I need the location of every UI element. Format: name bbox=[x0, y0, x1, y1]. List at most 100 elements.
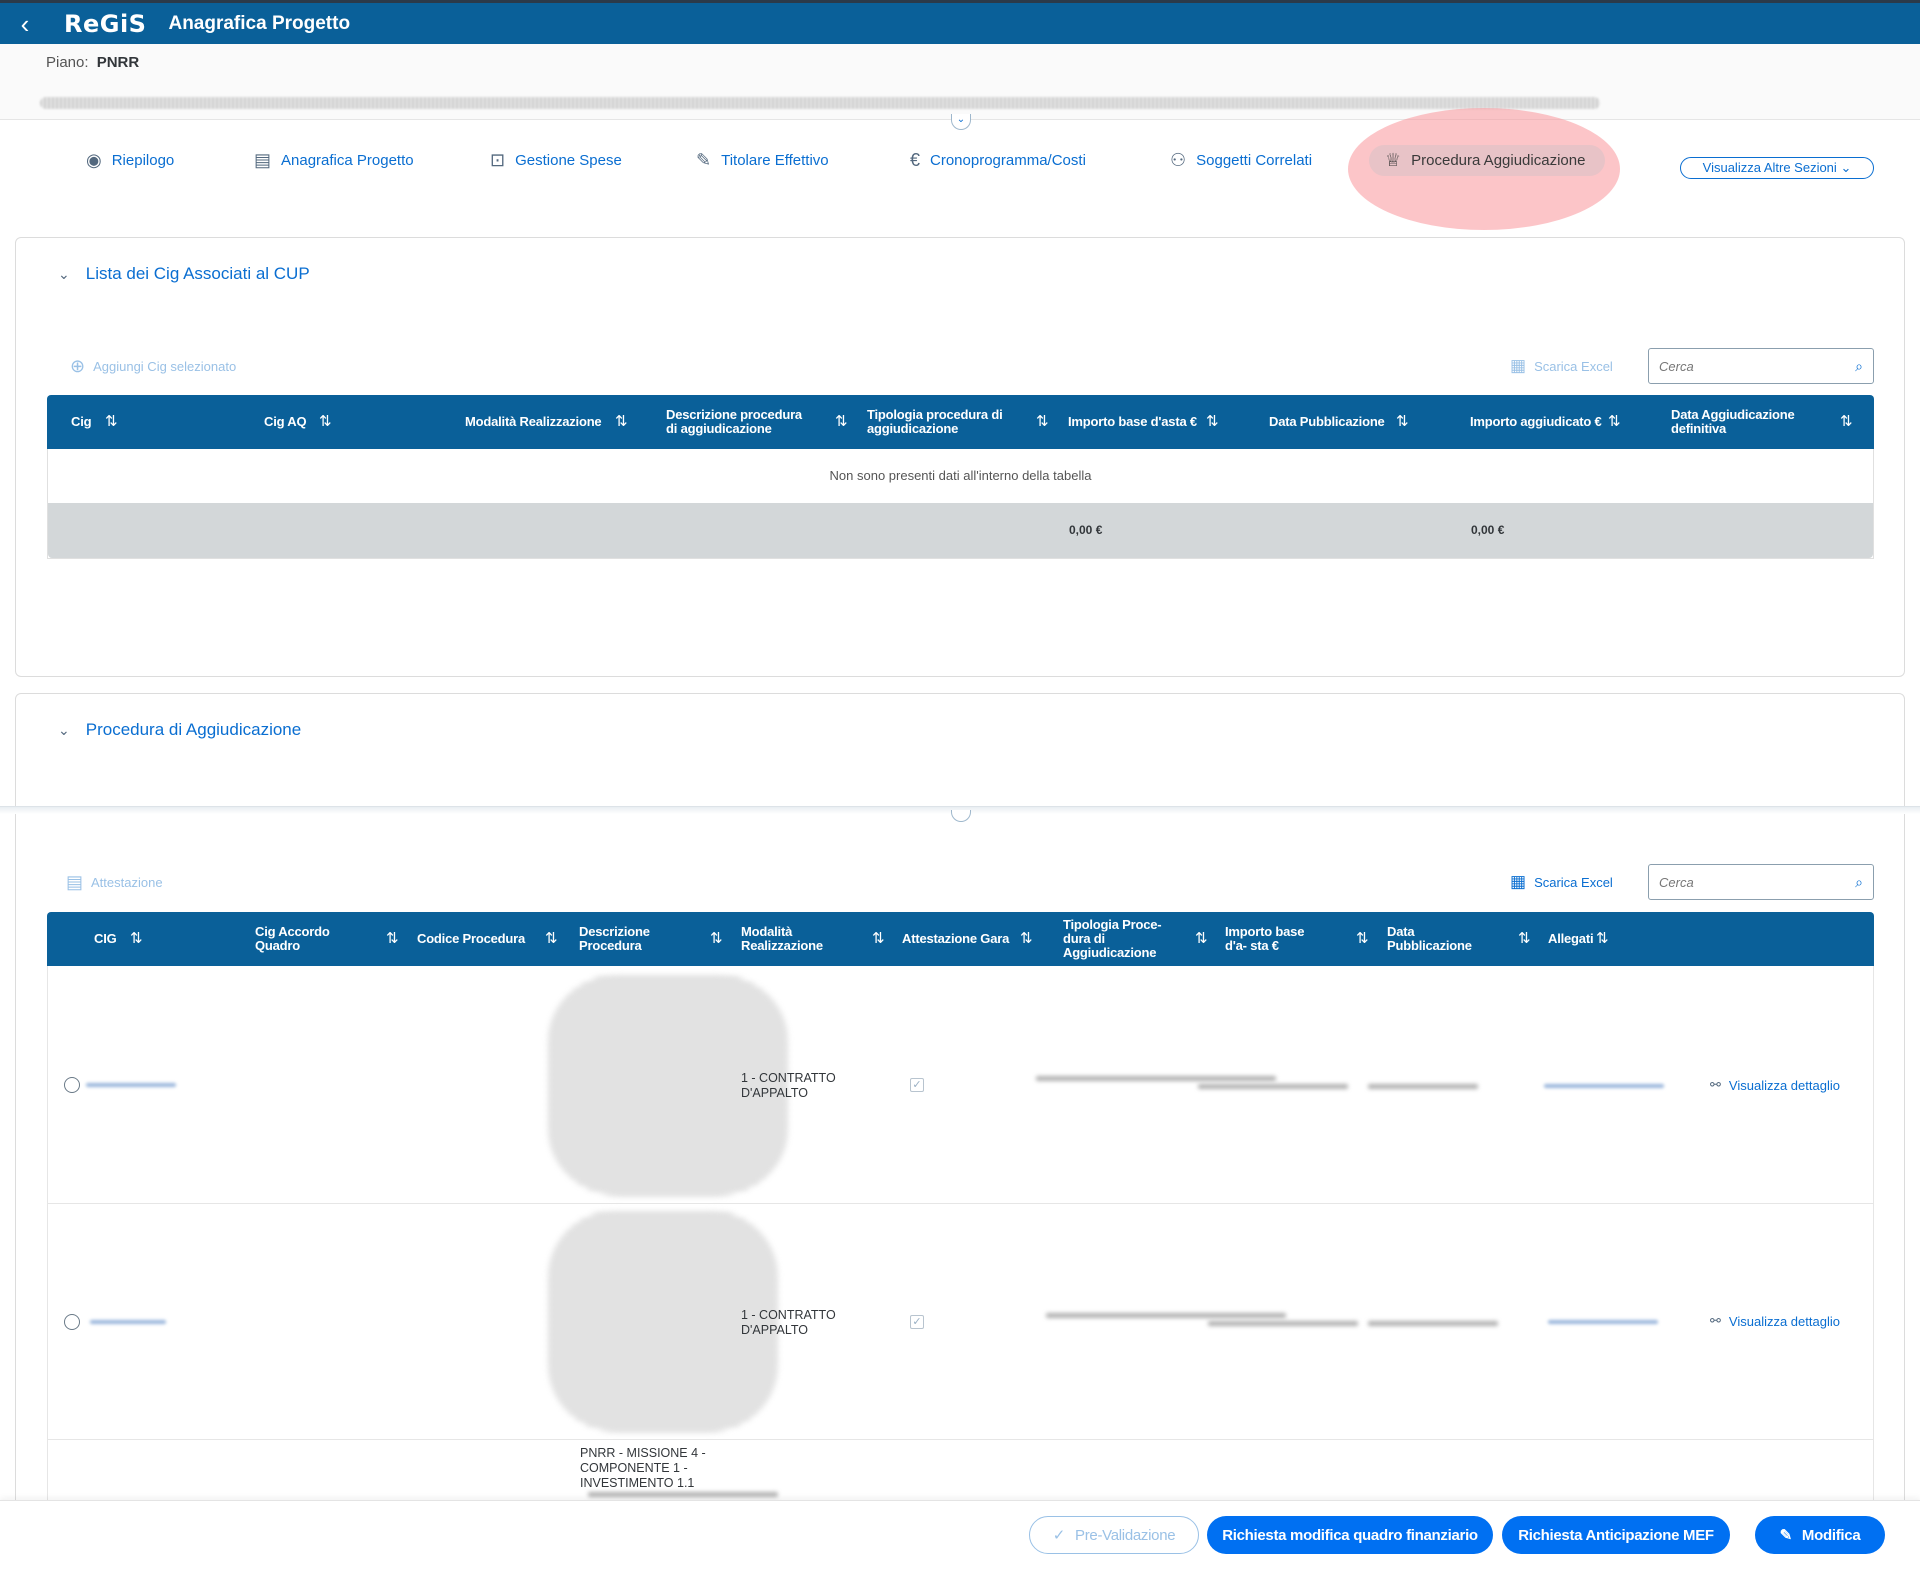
row-select-radio[interactable] bbox=[64, 1314, 80, 1330]
richiesta-modifica-button[interactable]: Richiesta modifica quadro finanziario bbox=[1207, 1516, 1493, 1554]
column-label: Importo aggiudicato € bbox=[1470, 414, 1602, 429]
column-header[interactable]: Modalità Realizzazione ⇅ bbox=[741, 912, 885, 966]
sort-icon[interactable]: ⇅ bbox=[615, 414, 628, 429]
sort-icon[interactable]: ⇅ bbox=[1020, 931, 1033, 946]
column-header[interactable]: Allegati ⇅ bbox=[1548, 912, 1648, 966]
sort-icon[interactable]: ⇅ bbox=[386, 931, 399, 946]
view-detail-link[interactable]: ⚯ Visualizza dettaglio bbox=[1710, 1077, 1840, 1093]
column-header[interactable]: Tipologia Proce- dura di Aggiudicazione ⇅ bbox=[1063, 912, 1208, 966]
column-header[interactable]: Importo base d'a- sta € ⇅ bbox=[1225, 912, 1369, 966]
tab-gestione-spese[interactable]: ⊡ Gestione Spese bbox=[490, 150, 622, 171]
pre-validazione-label: Pre-Validazione bbox=[1075, 1526, 1176, 1544]
redacted-cig-link[interactable] bbox=[86, 1083, 176, 1087]
procedura-panel-title: Procedura di Aggiudicazione bbox=[85, 720, 302, 739]
excel-export-button[interactable]: ▦ Scarica Excel bbox=[1510, 356, 1613, 376]
redacted-allegati-link[interactable] bbox=[1548, 1320, 1658, 1324]
tab-anagrafica-progetto[interactable]: ▤ Anagrafica Progetto bbox=[254, 150, 414, 171]
descrizione-procedura: PNRR - MISSIONE 4 - COMPONENTE 1 - INVES… bbox=[580, 1446, 706, 1490]
search-input[interactable]: Cerca ⌕ bbox=[1648, 864, 1874, 900]
search-placeholder: Cerca bbox=[1659, 358, 1694, 374]
sort-icon[interactable]: ⇅ bbox=[545, 931, 558, 946]
total-importo-aggiudicato: 0,00 € bbox=[1471, 523, 1505, 537]
row-select-radio[interactable] bbox=[64, 1077, 80, 1093]
column-header[interactable]: Importo aggiudicato € ⇅ bbox=[1470, 395, 1630, 449]
column-label: Cig Accordo Quadro bbox=[255, 924, 330, 953]
tab-cronoprogramma[interactable]: € Cronoprogramma/Costi bbox=[910, 150, 1086, 171]
app-title: Anagrafica Progetto bbox=[168, 12, 351, 34]
chevron-down-icon: ⌄ bbox=[58, 265, 70, 282]
tab-riepilogo[interactable]: ◉ Riepilogo bbox=[86, 150, 174, 171]
add-cig-button[interactable]: ⊕ Aggiungi Cig selezionato bbox=[70, 356, 236, 377]
table-row[interactable]: 1 - CONTRATTO D'APPALTO ✓ ⚯ Visualizza d… bbox=[47, 1204, 1874, 1440]
spreadsheet-icon: ▦ bbox=[1510, 356, 1527, 375]
column-label: Codice Procedura bbox=[417, 931, 526, 946]
tab-soggetti-correlati[interactable]: ⚇ Soggetti Correlati bbox=[1170, 150, 1312, 171]
redacted-importo bbox=[1198, 1084, 1348, 1089]
column-header[interactable]: Codice Procedura ⇅ bbox=[417, 912, 567, 966]
table-row[interactable]: 1 - CONTRATTO D'APPALTO ✓ ⚯ Visualizza d… bbox=[47, 966, 1874, 1204]
pre-validazione-button[interactable]: ✓ Pre-Validazione bbox=[1029, 1516, 1199, 1554]
column-header[interactable]: Tipologia procedura di aggiudicazione ⇅ bbox=[867, 395, 1049, 449]
column-label: Modalità Realizzazione bbox=[741, 924, 823, 953]
column-header[interactable]: Data Pubblicazione ⇅ bbox=[1269, 395, 1429, 449]
column-header[interactable]: Cig ⇅ bbox=[71, 395, 221, 449]
sort-icon[interactable]: ⇅ bbox=[1206, 414, 1219, 429]
column-label: Descrizione Procedura bbox=[579, 924, 650, 953]
redacted-cig-link[interactable] bbox=[90, 1320, 166, 1324]
sort-icon[interactable]: ⇅ bbox=[1036, 414, 1049, 429]
redacted-allegati-link[interactable] bbox=[1544, 1084, 1664, 1088]
sort-icon[interactable]: ⇅ bbox=[1840, 414, 1853, 429]
column-label: Cig bbox=[71, 414, 92, 429]
column-header[interactable]: Importo base d'asta € ⇅ bbox=[1068, 395, 1228, 449]
procedura-panel-header[interactable]: ⌄ Procedura di Aggiudicazione bbox=[58, 720, 301, 740]
eye-icon: ◉ bbox=[86, 150, 102, 170]
column-label: Attestazione Gara bbox=[902, 931, 1010, 946]
column-header[interactable]: Attestazione Gara ⇅ bbox=[902, 912, 1042, 966]
column-header[interactable]: Cig Accordo Quadro ⇅ bbox=[255, 912, 399, 966]
procedura-table-header: CIG ⇅ Cig Accordo Quadro ⇅ Codice Procedur… bbox=[47, 912, 1874, 966]
excel-export-button[interactable]: ▦ Scarica Excel bbox=[1510, 872, 1613, 892]
sort-icon[interactable]: ⇅ bbox=[319, 414, 332, 429]
sort-icon[interactable]: ⇅ bbox=[1396, 414, 1409, 429]
tab-titolare-effettivo[interactable]: ✎ Titolare Effettivo bbox=[696, 150, 829, 171]
sort-icon[interactable]: ⇅ bbox=[1596, 931, 1609, 946]
search-input[interactable]: Cerca ⌕ bbox=[1648, 348, 1874, 384]
sort-icon[interactable]: ⇅ bbox=[1518, 931, 1531, 946]
cig-panel-header[interactable]: ⌄ Lista dei Cig Associati al CUP bbox=[58, 264, 310, 284]
column-header[interactable]: Data Aggiudicazione definitiva ⇅ bbox=[1671, 395, 1853, 449]
view-detail-link[interactable]: ⚯ Visualizza dettaglio bbox=[1710, 1313, 1840, 1329]
column-header[interactable]: Cig AQ ⇅ bbox=[264, 395, 414, 449]
sort-icon[interactable]: ⇅ bbox=[710, 931, 723, 946]
sort-icon[interactable]: ⇅ bbox=[835, 414, 848, 429]
column-header[interactable]: CIG ⇅ bbox=[94, 912, 214, 966]
add-circle-icon: ⊕ bbox=[70, 356, 86, 376]
piano-value: PNRR bbox=[96, 54, 140, 71]
collapse-header-icon[interactable]: ⌄ bbox=[951, 114, 971, 130]
column-header[interactable]: Data Pubblicazione ⇅ bbox=[1387, 912, 1531, 966]
table-row[interactable]: PNRR - MISSIONE 4 - COMPONENTE 1 - INVES… bbox=[47, 1440, 1874, 1500]
sort-icon[interactable]: ⇅ bbox=[872, 931, 885, 946]
attestazione-label: Attestazione bbox=[91, 875, 163, 890]
sort-icon[interactable]: ⇅ bbox=[130, 931, 143, 946]
glasses-icon: ⚯ bbox=[1710, 1077, 1721, 1092]
cig-panel-title: Lista dei Cig Associati al CUP bbox=[85, 264, 310, 283]
sort-icon[interactable]: ⇅ bbox=[1195, 931, 1208, 946]
sort-icon[interactable]: ⇅ bbox=[1356, 931, 1369, 946]
richiesta-anticipazione-button[interactable]: Richiesta Anticipazione MEF bbox=[1502, 1516, 1730, 1554]
tab-procedura-aggiudicazione[interactable]: ♕ Procedura Aggiudicazione bbox=[1369, 145, 1606, 176]
attestazione-button[interactable]: ▤ Attestazione bbox=[66, 872, 163, 893]
more-sections-button[interactable]: Visualizza Altre Sezioni ⌄ bbox=[1680, 157, 1874, 179]
sort-icon[interactable]: ⇅ bbox=[1608, 414, 1621, 429]
total-importo-base: 0,00 € bbox=[1069, 523, 1103, 537]
column-header[interactable]: Descrizione procedura di aggiudicazione ⇅ bbox=[666, 395, 848, 449]
modifica-button[interactable]: ✎ Modifica bbox=[1755, 1516, 1885, 1554]
attestazione-checkbox: ✓ bbox=[910, 1315, 924, 1329]
redacted-tipologia bbox=[1046, 1313, 1286, 1318]
sort-icon[interactable]: ⇅ bbox=[105, 414, 118, 429]
redacted-description bbox=[588, 1492, 778, 1497]
column-header[interactable]: Descrizione Procedura ⇅ bbox=[579, 912, 723, 966]
modalita-realizzazione: 1 - CONTRATTO D'APPALTO bbox=[741, 1308, 836, 1337]
cig-table-body: Non sono presenti dati all'interno della… bbox=[47, 449, 1874, 559]
column-header[interactable]: Modalità Realizzazione ⇅ bbox=[465, 395, 628, 449]
back-icon[interactable]: ‹ bbox=[0, 4, 50, 44]
